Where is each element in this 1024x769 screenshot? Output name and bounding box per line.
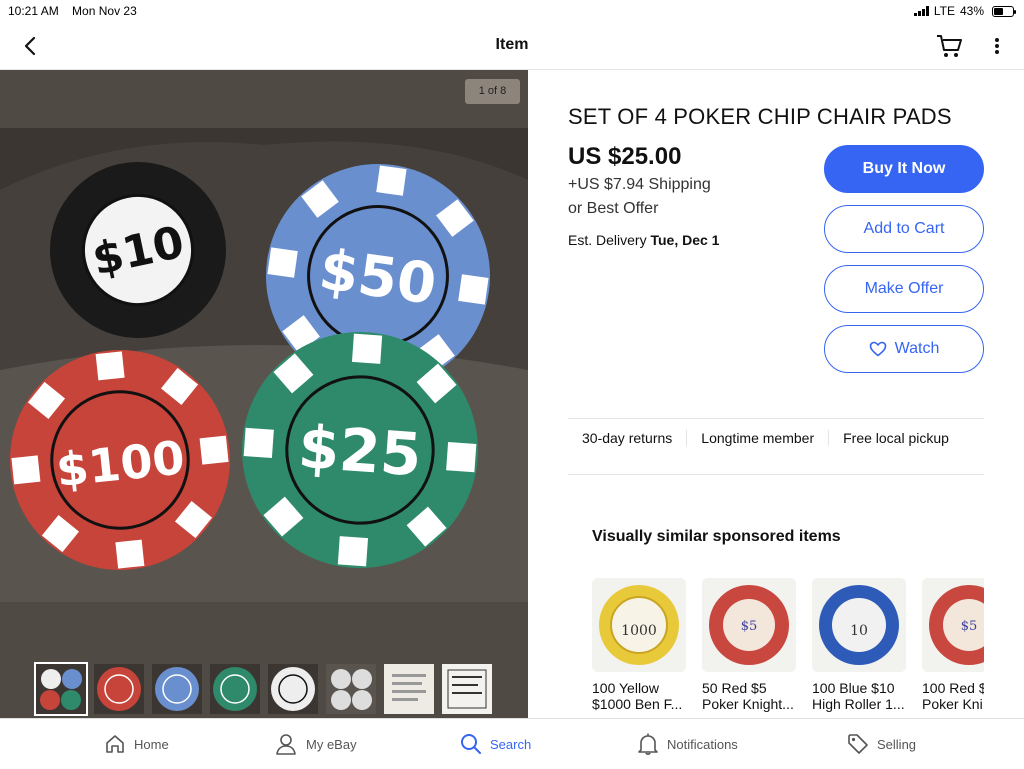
tab-label: Selling xyxy=(877,736,917,752)
chip-image: $5 xyxy=(922,578,984,672)
feature-member: Longtime member xyxy=(686,430,828,446)
item-title: SET OF 4 POKER CHIP CHAIR PADS xyxy=(568,104,952,129)
bottom-tab-bar: Home My eBay Search Notifications Sellin… xyxy=(0,718,1024,768)
thumbnail-4[interactable] xyxy=(210,664,260,714)
best-offer-note: or Best Offer xyxy=(568,200,659,217)
home-icon xyxy=(106,735,124,753)
thumbnail-image xyxy=(210,664,260,714)
feature-returns: 30-day returns xyxy=(582,430,673,446)
sponsored-item-image: 1000 xyxy=(592,578,686,672)
person-icon xyxy=(276,734,296,755)
thumbnail-image xyxy=(152,664,202,714)
chip-image: 10 xyxy=(812,578,906,672)
thumbnail-image xyxy=(268,664,318,714)
sponsored-item-subtitle: Poker Knight... xyxy=(702,696,794,712)
signal-icon xyxy=(913,6,929,16)
chip-label: $5 xyxy=(961,619,978,634)
thumbnail-image xyxy=(36,664,86,714)
thumbnail-image xyxy=(94,664,144,714)
thumbnail-2[interactable] xyxy=(94,664,144,714)
divider xyxy=(568,474,984,475)
sponsored-item[interactable]: $5 100 Red $ Poker Kni xyxy=(922,578,984,712)
nav-bar: Item xyxy=(0,22,1024,70)
feature-strip: 30-day returns Longtime member Free loca… xyxy=(568,430,984,446)
thumbnail-image xyxy=(442,664,492,714)
sponsored-item-image: 10 xyxy=(812,578,906,672)
more-vertical-icon xyxy=(995,38,999,54)
thumbnail-1[interactable] xyxy=(34,662,88,716)
search-icon xyxy=(461,734,481,754)
item-price: US $25.00 xyxy=(568,143,682,170)
thumbnail-3[interactable] xyxy=(152,664,202,714)
chip-label: 1000 xyxy=(621,623,657,639)
tab-search[interactable]: Search xyxy=(460,719,531,769)
chip-label: 10 xyxy=(850,623,868,639)
watch-label: Watch xyxy=(894,340,940,357)
thumbnail-8[interactable] xyxy=(442,664,492,714)
status-bar: 10:21 AM Mon Nov 23 LTE 43% xyxy=(0,0,1024,22)
bell-icon xyxy=(638,733,658,755)
sponsored-heading: Visually similar sponsored items xyxy=(592,528,841,545)
thumbnail-image xyxy=(384,664,434,714)
sponsored-item-title: 100 Red $ xyxy=(922,680,984,696)
thumbnail-5[interactable] xyxy=(268,664,318,714)
sponsored-item-image: $5 xyxy=(702,578,796,672)
sponsored-item[interactable]: $5 50 Red $5 Poker Knight... xyxy=(702,578,798,712)
tab-selling[interactable]: Selling xyxy=(847,719,916,769)
shipping-cost: +US $7.94 Shipping xyxy=(568,176,711,193)
feature-pickup: Free local pickup xyxy=(828,430,963,446)
cart-icon xyxy=(937,35,962,57)
sponsored-item-title: 50 Red $5 xyxy=(702,680,767,696)
tab-label: Search xyxy=(490,736,532,752)
battery-label: 43% xyxy=(959,4,984,18)
item-photo[interactable]: $10 $50$100 $25 xyxy=(0,70,528,660)
heart-icon xyxy=(869,341,886,357)
sponsored-item-subtitle: $1000 Ben F... xyxy=(592,696,683,712)
image-gallery[interactable]: $10 $50 $100 $25 1 of 8 xyxy=(0,70,528,718)
status-time: 10:21 AM xyxy=(8,4,59,18)
chip-label: $5 xyxy=(741,619,758,634)
sponsored-item-title: 100 Blue $10 xyxy=(812,680,895,696)
battery-icon xyxy=(992,5,1016,17)
image-counter: 1 of 8 xyxy=(465,79,520,104)
item-details: SET OF 4 POKER CHIP CHAIR PADS US $25.00… xyxy=(528,70,1024,718)
thumbnail-6[interactable] xyxy=(326,664,376,714)
thumbnail-strip xyxy=(34,662,492,716)
network-label: LTE xyxy=(933,4,955,18)
tab-notifications[interactable]: Notifications xyxy=(637,719,738,769)
add-to-cart-button[interactable]: Add to Cart xyxy=(824,205,984,253)
thumbnail-image xyxy=(326,664,376,714)
tag-icon xyxy=(848,734,868,754)
page-title: Item xyxy=(495,36,529,53)
tab-my-ebay[interactable]: My eBay xyxy=(274,719,357,769)
sponsored-item[interactable]: 1000 100 Yellow $1000 Ben F... xyxy=(592,578,688,712)
delivery-label: Est. Delivery xyxy=(568,232,647,248)
tab-home[interactable]: Home xyxy=(104,719,169,769)
tab-label: Notifications xyxy=(667,736,738,752)
delivery-date: Tue, Dec 1 xyxy=(650,232,720,248)
cart-button[interactable] xyxy=(934,32,964,60)
divider xyxy=(568,418,984,419)
sponsored-item-title: 100 Yellow xyxy=(592,680,659,696)
sponsored-item-subtitle: Poker Kni xyxy=(922,696,983,712)
sponsored-item-image: $5 xyxy=(922,578,984,672)
watch-button[interactable]: Watch xyxy=(824,325,984,373)
sponsored-item[interactable]: 10 100 Blue $10 High Roller 1... xyxy=(812,578,908,712)
estimated-delivery: Est. Delivery Tue, Dec 1 xyxy=(568,232,719,248)
more-options-button[interactable] xyxy=(987,34,1007,58)
tab-label: My eBay xyxy=(306,736,357,752)
chip-image: $5 xyxy=(702,578,796,672)
chip-image: 1000 xyxy=(592,578,686,672)
sponsored-carousel[interactable]: 1000 100 Yellow $1000 Ben F... $5 50 Red… xyxy=(592,578,984,718)
chip-pad-label: $25 xyxy=(296,412,424,489)
status-date: Mon Nov 23 xyxy=(72,4,137,18)
sponsored-item-subtitle: High Roller 1... xyxy=(812,696,905,712)
buy-it-now-button[interactable]: Buy It Now xyxy=(824,145,984,193)
make-offer-button[interactable]: Make Offer xyxy=(824,265,984,313)
tab-label: Home xyxy=(134,736,169,752)
thumbnail-7[interactable] xyxy=(384,664,434,714)
